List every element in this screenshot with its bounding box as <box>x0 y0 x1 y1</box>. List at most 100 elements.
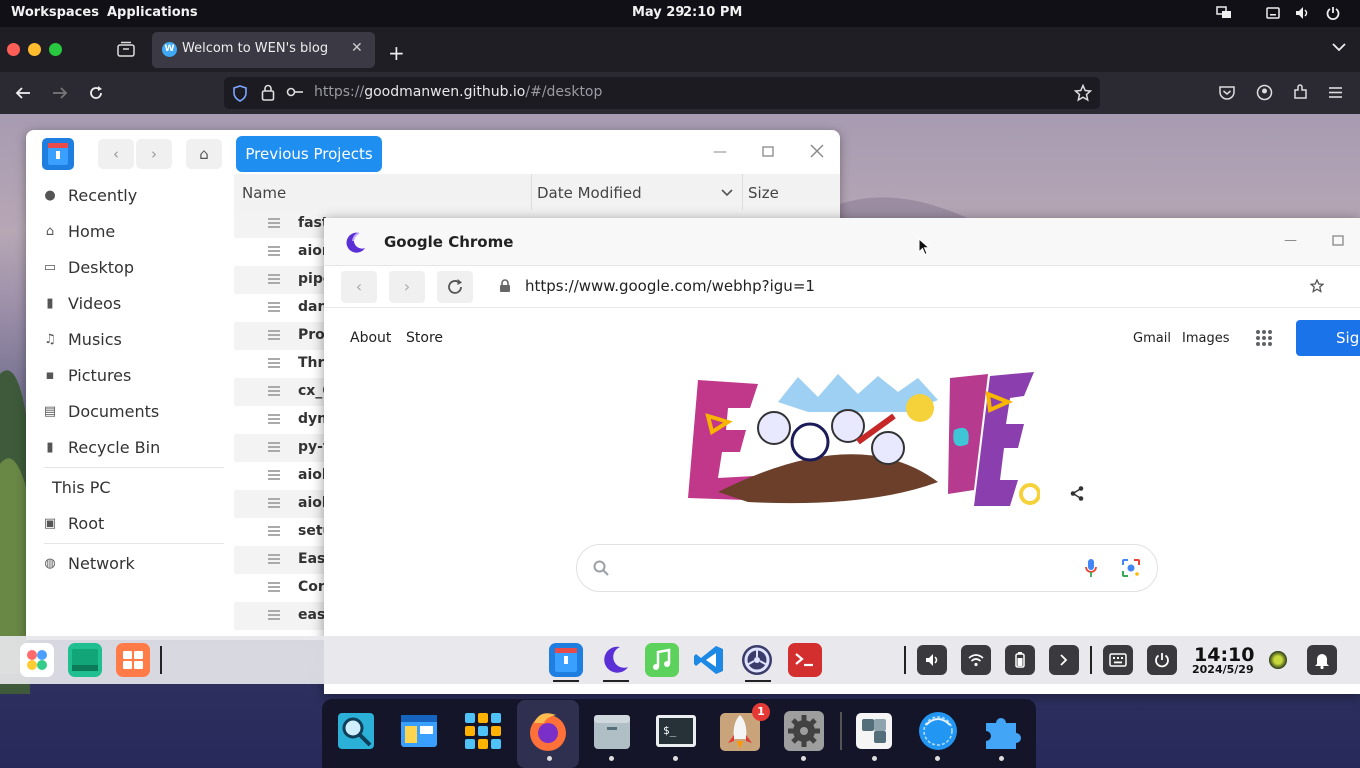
column-size[interactable]: Size <box>748 184 779 202</box>
extensions-icon[interactable] <box>1292 84 1309 101</box>
minimize-window-button[interactable] <box>28 43 41 56</box>
sidebar-item-root[interactable]: ▣ Root <box>42 514 104 533</box>
window-manager-icon[interactable] <box>397 709 441 753</box>
applications-menu[interactable]: Applications <box>107 5 198 20</box>
reload-icon[interactable] <box>88 85 104 101</box>
apps-grid-icon[interactable] <box>1256 330 1272 346</box>
sidebar-item-pictures[interactable]: ▪ Pictures <box>42 366 132 385</box>
column-date-modified[interactable]: Date Modified <box>537 184 642 202</box>
battery-tray-icon[interactable] <box>1005 645 1035 675</box>
keyboard-icon[interactable] <box>1266 6 1280 20</box>
top-time[interactable]: 2:10 PM <box>683 5 742 20</box>
fm-forward-button[interactable]: › <box>136 139 172 169</box>
files-app-icon[interactable] <box>549 643 583 677</box>
extensions-puzzle-icon[interactable] <box>980 709 1024 753</box>
chevron-down-icon[interactable] <box>1332 42 1346 52</box>
apps-manager-icon[interactable] <box>116 643 150 677</box>
menu-icon[interactable] <box>1328 86 1343 99</box>
fm-back-button[interactable]: ‹ <box>98 139 134 169</box>
clock-icon: ● <box>44 188 56 203</box>
app-grid-icon[interactable] <box>461 709 505 753</box>
lens-search-icon[interactable] <box>1121 558 1141 578</box>
pocket-icon[interactable] <box>1219 85 1235 100</box>
display-icon[interactable] <box>1216 6 1232 20</box>
sidebar-item-recently[interactable]: ● Recently <box>42 186 137 205</box>
fm-maximize-icon[interactable] <box>762 146 774 157</box>
chrome-back-button[interactable]: ‹ <box>341 271 377 303</box>
file-icon <box>268 358 280 368</box>
chrome-reload-button[interactable] <box>437 271 473 303</box>
firefox-url-bar[interactable]: https://goodmanwen.github.io/#/desktop <box>224 77 1100 109</box>
sidebar-item-videos[interactable]: ▮ Videos <box>42 294 121 313</box>
google-doodle-image[interactable] <box>688 372 1040 512</box>
steering-wheel-icon[interactable] <box>740 643 774 677</box>
tab-overview-icon[interactable] <box>117 41 135 57</box>
bookmark-star-icon[interactable] <box>1074 84 1092 102</box>
fm-minimize-icon[interactable]: — <box>713 144 727 160</box>
search-app-icon[interactable] <box>334 709 378 753</box>
music-app-icon[interactable] <box>645 643 679 677</box>
lock-icon[interactable] <box>261 84 275 101</box>
google-gmail-link[interactable]: Gmail <box>1133 331 1171 346</box>
sidebar-item-home[interactable]: ⌂ Home <box>42 222 115 241</box>
key-icon[interactable] <box>286 86 304 98</box>
previous-projects-button[interactable]: Previous Projects <box>236 136 382 172</box>
workspaces-menu[interactable]: Workspaces <box>11 5 99 20</box>
back-icon[interactable] <box>15 86 31 100</box>
terminal-app-icon[interactable] <box>788 643 822 677</box>
wifi-tray-icon[interactable] <box>961 645 991 675</box>
terminal-dock-icon[interactable]: $_ <box>654 709 698 753</box>
fm-home-button[interactable]: ⌂ <box>186 139 222 169</box>
keyboard-tray-icon[interactable] <box>1103 645 1133 675</box>
tab-close-icon[interactable]: ✕ <box>351 40 363 56</box>
file-cabinet-icon[interactable] <box>590 709 634 753</box>
sidebar-item-desktop[interactable]: ▭ Desktop <box>42 258 134 277</box>
power-tray-icon[interactable] <box>1147 645 1177 675</box>
chrome-url-input[interactable]: https://www.google.com/webhp?igu=1 <box>525 277 815 295</box>
google-images-link[interactable]: Images <box>1182 331 1230 346</box>
notes-app-icon[interactable] <box>68 643 102 677</box>
vscode-icon[interactable] <box>692 643 726 677</box>
new-tab-icon[interactable]: + <box>388 41 405 65</box>
taskbar-clock-date[interactable]: 2024/5/29 <box>1192 663 1254 676</box>
user-avatar[interactable] <box>1269 651 1287 669</box>
google-about-link[interactable]: About <box>350 330 391 346</box>
sign-in-button[interactable]: Sign <box>1296 320 1360 356</box>
chrome-bookmark-star-icon[interactable] <box>1310 279 1324 293</box>
sidebar-item-musics[interactable]: ♫ Musics <box>42 330 122 349</box>
column-name[interactable]: Name <box>242 184 286 202</box>
chrome-title-bar[interactable]: Google Chrome — <box>324 218 1360 266</box>
chevron-right-icon[interactable] <box>1049 645 1079 675</box>
firefox-app-icon[interactable] <box>526 709 570 753</box>
maximize-window-button[interactable] <box>49 43 62 56</box>
chrome-app-icon[interactable] <box>598 643 632 677</box>
forward-icon[interactable] <box>52 86 68 100</box>
voice-search-icon[interactable] <box>1084 558 1098 578</box>
chrome-maximize-icon[interactable] <box>1332 235 1344 246</box>
top-date[interactable]: May 29 <box>632 5 684 20</box>
account-icon[interactable] <box>1256 84 1273 101</box>
browser-tab[interactable]: W Welcom to WEN's blog ✕ <box>152 32 375 68</box>
notification-bell-icon[interactable] <box>1307 645 1337 675</box>
chrome-lock-icon[interactable] <box>499 279 511 293</box>
web-browser-globe-icon[interactable] <box>916 709 960 753</box>
close-window-button[interactable] <box>7 43 20 56</box>
tweaks-app-icon[interactable] <box>852 709 896 753</box>
chrome-forward-button[interactable]: › <box>389 271 425 303</box>
volume-tray-icon[interactable] <box>917 645 947 675</box>
volume-icon[interactable] <box>1295 6 1311 20</box>
sidebar-item-network[interactable]: ◍ Network <box>42 554 134 573</box>
google-search-input[interactable] <box>576 544 1158 592</box>
sidebar-item-documents[interactable]: ▤ Documents <box>42 402 159 421</box>
power-icon[interactable] <box>1326 6 1340 20</box>
sidebar-item-recycle-bin[interactable]: ▮ Recycle Bin <box>42 438 160 457</box>
settings-gear-icon[interactable] <box>782 709 826 753</box>
share-icon[interactable] <box>1070 486 1084 501</box>
chrome-minimize-icon[interactable]: — <box>1284 233 1297 248</box>
url-text[interactable]: https://goodmanwen.github.io/#/desktop <box>314 84 602 100</box>
sort-chevron-down-icon[interactable] <box>721 189 733 197</box>
google-store-link[interactable]: Store <box>406 330 443 346</box>
fm-close-icon[interactable] <box>810 144 824 158</box>
shield-icon[interactable] <box>232 85 248 102</box>
launcher-icon[interactable] <box>20 643 54 677</box>
